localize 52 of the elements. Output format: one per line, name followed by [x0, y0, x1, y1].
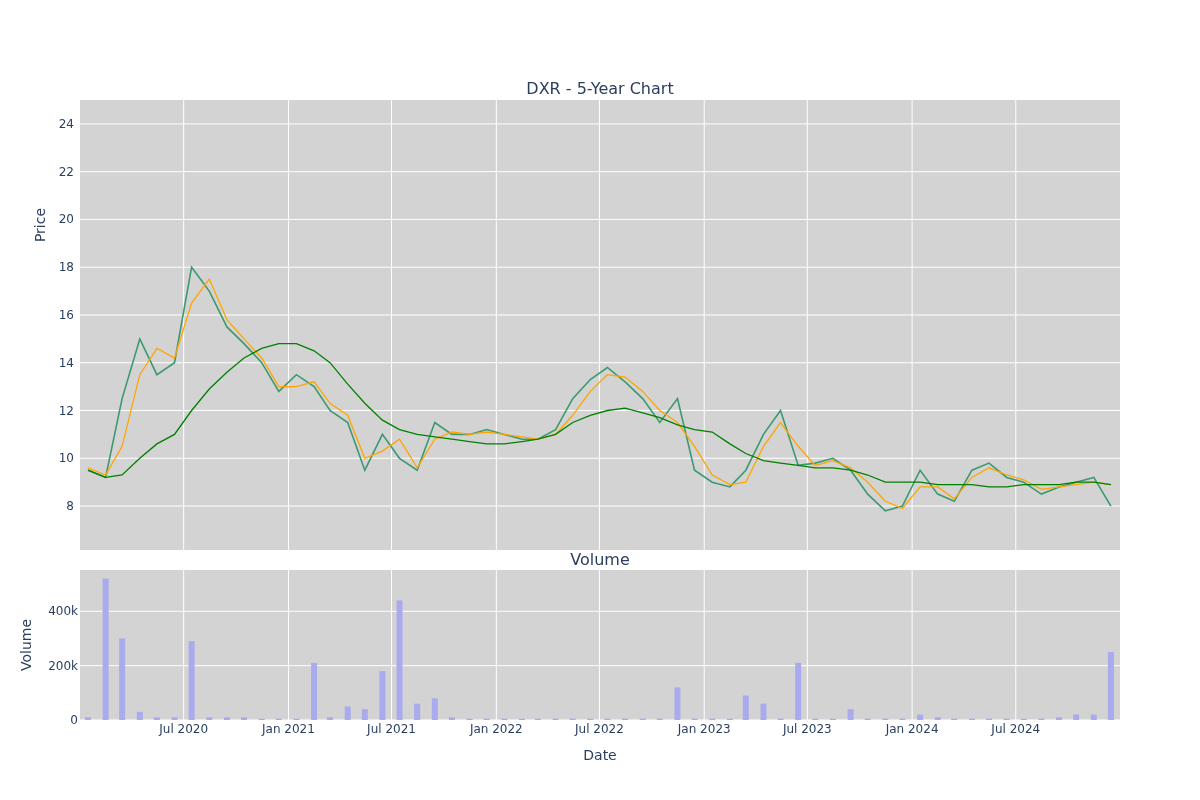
y-axis-title: Volume: [18, 618, 34, 672]
x-tick-label: Jul 2022: [575, 722, 624, 736]
volume-bar: [344, 706, 351, 720]
y-tick-label: 22: [58, 164, 74, 179]
y-tick-label: 12: [58, 403, 74, 418]
volume-bar: [448, 717, 455, 720]
subplot-title: Volume: [570, 552, 630, 568]
volume-bar: [223, 717, 230, 720]
volume-bar: [1073, 714, 1080, 720]
volume-bar: [1107, 652, 1114, 720]
volume-bar: [795, 662, 802, 720]
volume-bar: [431, 698, 438, 720]
y-tick-label: 8: [66, 499, 74, 514]
x-axis-title: Date: [583, 747, 617, 763]
volume-bar: [171, 717, 178, 720]
volume-bar: [327, 717, 334, 720]
x-tick-label: Jan 2021: [262, 722, 315, 736]
y-tick-label: 200k: [48, 658, 78, 673]
volume-bar: [84, 717, 91, 720]
volume-bar: [847, 709, 854, 720]
volume-bar: [311, 662, 318, 720]
x-tick-label: Jul 2024: [991, 722, 1041, 736]
volume-bar: [917, 714, 924, 720]
volume-bar: [153, 717, 160, 720]
y-tick-label: 10: [58, 451, 74, 466]
y-tick-label: 24: [58, 116, 74, 131]
y-axis-title: Price: [32, 207, 48, 243]
x-tick-label: Jan 2022: [469, 722, 523, 736]
y-tick-label: 0: [70, 713, 78, 727]
y-tick-label: 14: [58, 355, 74, 370]
volume-bar: [674, 687, 681, 720]
x-tick-label: Jan 2024: [885, 722, 939, 736]
volume-bar: [934, 717, 941, 720]
x-tick-label: Jul 2021: [367, 722, 416, 736]
volume-bar: [206, 717, 213, 720]
volume-bar: [1056, 717, 1063, 720]
chart-title: DXR - 5-Year Chart: [526, 81, 674, 97]
volume-bar: [136, 711, 143, 720]
x-tick-label: Jul 2023: [782, 722, 832, 736]
volume-bar: [414, 703, 421, 720]
y-tick-label: 20: [58, 212, 74, 227]
volume-bar: [742, 695, 749, 720]
volume-bar: [379, 671, 386, 720]
y-tick-label: 400k: [48, 604, 78, 619]
x-tick-label: Jan 2023: [677, 722, 731, 736]
x-tick-label: Jul 2020: [159, 722, 209, 736]
volume-bar: [361, 709, 368, 720]
volume-bar: [241, 717, 248, 720]
volume-bar: [760, 703, 767, 720]
volume-bar: [1090, 714, 1097, 720]
y-tick-label: 16: [58, 307, 74, 322]
y-tick-label: 18: [58, 260, 74, 275]
